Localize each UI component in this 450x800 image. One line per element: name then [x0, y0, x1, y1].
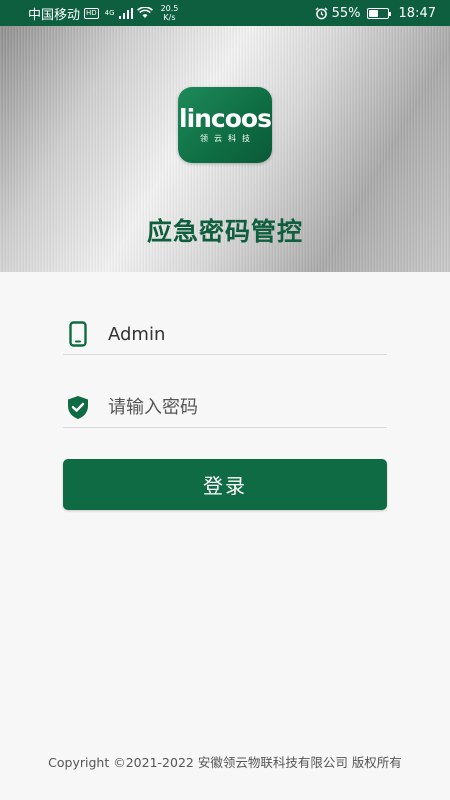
copyright-footer: Copyright ©2021-2022 安徽领云物联科技有限公司 版权所有 [48, 755, 402, 770]
hd-badge: HD [84, 7, 99, 19]
header-banner: lincoos 领云科技 应急密码管控 [0, 26, 450, 272]
password-input[interactable] [108, 396, 378, 418]
status-bar: 中国移动 HD 4G 20.5 K/s 55% 18:47 [0, 0, 450, 26]
password-field [63, 387, 387, 428]
app-logo: lincoos 领云科技 [178, 87, 272, 163]
account-field [63, 314, 387, 355]
logo-subtitle: 领云科技 [200, 133, 256, 143]
shield-check-icon [65, 394, 91, 420]
battery-percent: 55% [331, 5, 361, 21]
clock-time: 18:47 [398, 5, 436, 21]
phone-icon [65, 321, 91, 347]
carrier-name: 中国移动 [28, 7, 81, 23]
wifi-icon [136, 7, 153, 18]
status-bar-right: 55% 18:47 [315, 6, 436, 21]
status-bar-left: 中国移动 HD 4G 20.5 K/s [28, 4, 178, 23]
battery-fill [368, 9, 379, 17]
network-speed-value: 20.5 [160, 4, 179, 13]
battery-icon [366, 7, 391, 19]
network-speed-unit: K/s [163, 13, 176, 22]
app-title: 应急密码管控 [146, 217, 303, 246]
network-type: 4G [104, 9, 115, 17]
signal-icon [118, 7, 133, 19]
logo-word: lincoos [179, 103, 272, 133]
alarm-icon [315, 7, 328, 19]
account-input[interactable] [108, 323, 378, 345]
network-speed: 20.5 K/s [161, 4, 179, 22]
login-button[interactable]: 登录 [63, 459, 387, 510]
